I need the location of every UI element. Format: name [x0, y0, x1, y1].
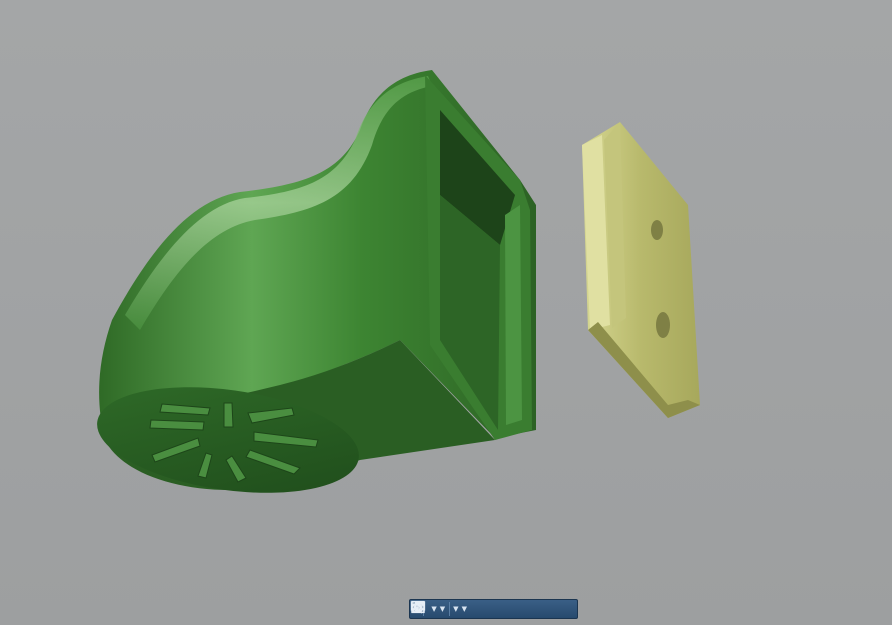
chevron-down-icon[interactable]: ▼ — [453, 605, 458, 613]
zoom-button[interactable]: ▼ — [411, 600, 437, 618]
fit-window-button[interactable]: ▼ — [411, 600, 445, 618]
slide-plate-part[interactable] — [582, 122, 700, 418]
3d-viewport[interactable]: ▼ ▼ ▼ ▼ — [0, 0, 892, 625]
chevron-down-icon[interactable]: ▼ — [431, 605, 436, 613]
navigation-toolbar: ▼ ▼ ▼ ▼ — [409, 599, 578, 619]
separator — [449, 602, 451, 616]
grid-button[interactable]: ▼ — [411, 600, 467, 618]
model-scene[interactable] — [0, 0, 892, 625]
display-settings-button[interactable]: ▼ — [410, 600, 459, 618]
clip-body-part[interactable] — [90, 70, 536, 508]
chevron-down-icon[interactable]: ▼ — [462, 605, 467, 613]
chevron-down-icon[interactable]: ▼ — [440, 605, 445, 613]
grid-icon — [411, 600, 425, 614]
